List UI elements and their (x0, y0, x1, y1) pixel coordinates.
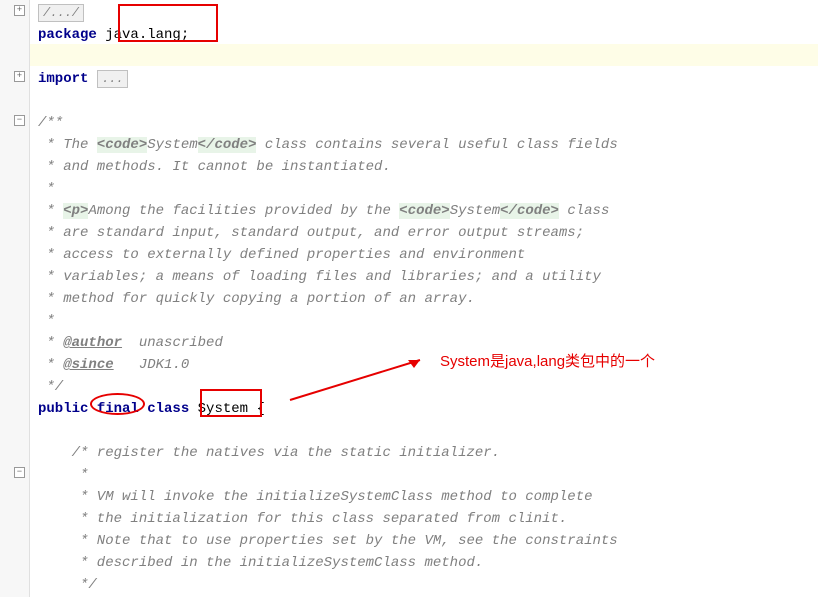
annotation-text: System是java,lang类包中的一个 (440, 350, 655, 371)
fold-icon[interactable] (14, 115, 25, 126)
fold-placeholder[interactable]: ... (97, 70, 129, 88)
keyword-import: import (38, 71, 88, 87)
keyword-class: class (139, 401, 198, 417)
javadoc-open: /** (38, 115, 63, 131)
fold-icon[interactable] (14, 5, 25, 16)
keyword-package: package (38, 27, 97, 43)
package-name: java.lang; (97, 27, 189, 43)
keyword-final: final (97, 401, 139, 417)
fold-icon[interactable] (14, 467, 25, 478)
keyword-public: public (38, 401, 97, 417)
class-name: System (198, 401, 248, 417)
javadoc-since-tag: @since (63, 357, 113, 373)
code-editor[interactable]: /.../ package java.lang; import ... /** … (30, 0, 818, 596)
javadoc-author-tag: @author (63, 335, 122, 351)
fold-placeholder[interactable]: /.../ (38, 4, 84, 22)
editor-gutter (0, 0, 30, 597)
fold-icon[interactable] (14, 71, 25, 82)
